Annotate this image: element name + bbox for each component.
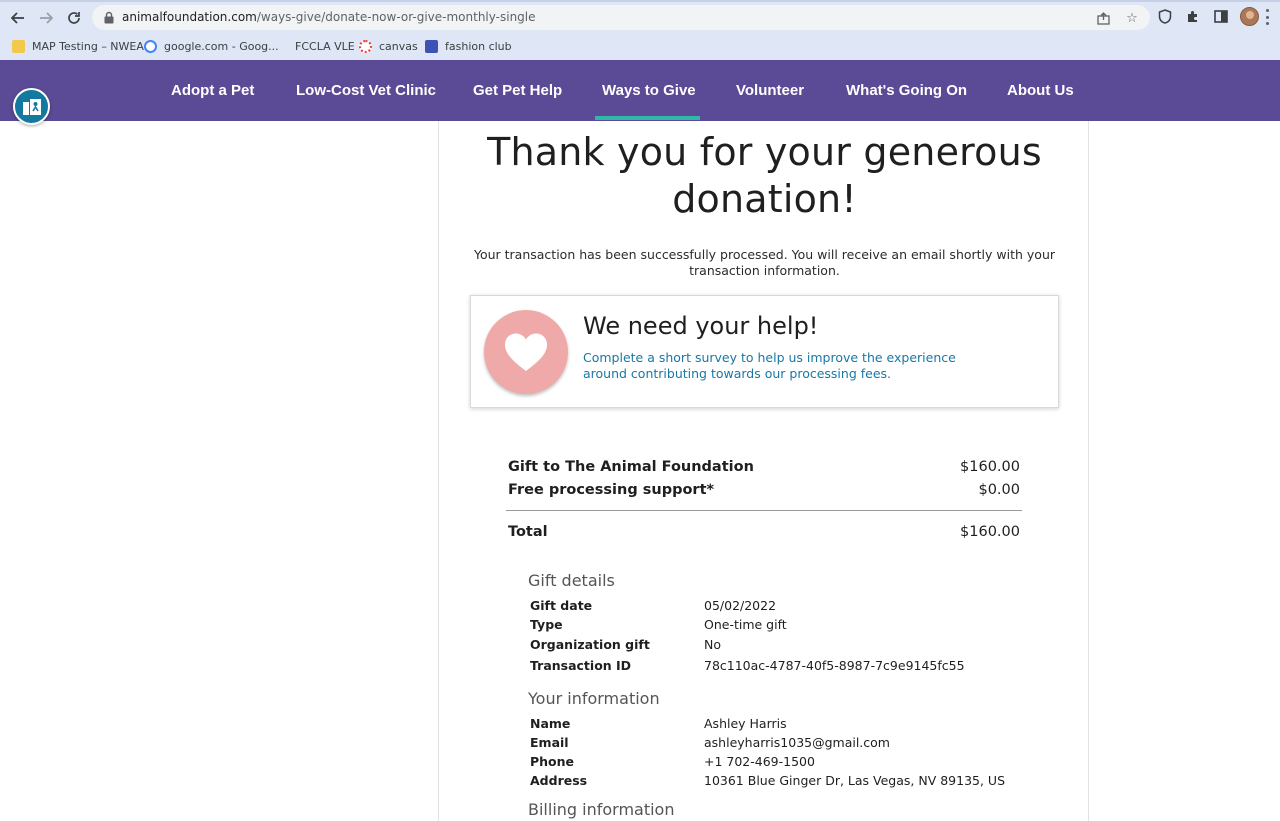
detail-label: Name [530,716,571,731]
confirmation-content: Thank you for your generous donation! Yo… [438,121,1089,821]
canvas-icon [359,39,372,53]
page-title: Thank you for your generous donation! [439,129,1090,223]
detail-value: 78c110ac-4787-40f5-8987-7c9e9145fc55 [704,658,965,673]
summary-label: Gift to The Animal Foundation [508,459,754,475]
transaction-message: Your transaction has been successfully p… [473,247,1056,278]
nav-ways-to-give[interactable]: Ways to Give [602,82,696,99]
active-nav-indicator [595,116,700,120]
detail-label: Gift date [530,598,593,613]
your-information-heading: Your information [528,689,660,708]
browser-menu-icon[interactable] [1266,9,1270,25]
detail-label: Address [530,773,588,788]
site-navigation: Adopt a Pet Low-Cost Vet Clinic Get Pet … [0,60,1280,121]
google-icon [144,39,157,53]
detail-value: 10361 Blue Ginger Dr, Las Vegas, NV 8913… [704,773,1006,788]
bookmark-fccla-vle[interactable]: FCCLA VLE [275,37,355,55]
profile-avatar[interactable] [1240,7,1259,26]
summary-amount: $160.00 [960,524,1020,540]
blank-icon [275,40,288,53]
nav-about-us[interactable]: About Us [1007,82,1074,99]
summary-amount: $160.00 [960,459,1020,475]
detail-value: ashleyharris1035@gmail.com [704,735,890,750]
puzzle-extensions-icon[interactable] [1185,8,1201,24]
page-title-line1: Thank you for your generous [487,130,1042,174]
heart-icon [505,333,547,371]
bookmarks-bar: MAP Testing – NWEA google.com - Goog... … [0,34,1280,58]
url-path: /ways-give/donate-now-or-give-monthly-si… [256,10,536,24]
share-icon[interactable] [1096,11,1110,25]
bookmark-map-testing[interactable]: MAP Testing – NWEA [12,37,144,55]
back-button[interactable] [7,7,29,29]
bookmark-label: FCCLA VLE [295,39,355,53]
bookmark-yellow-icon [12,39,25,53]
billing-information-heading: Billing information [528,800,675,819]
reload-button[interactable] [63,7,85,29]
nav-low-cost-vet-clinic[interactable]: Low-Cost Vet Clinic [296,82,436,99]
form-icon [425,39,438,53]
lock-icon[interactable] [103,11,115,24]
bookmark-label: fashion club [445,39,512,53]
detail-label: Email [530,735,569,750]
nav-whats-going-on[interactable]: What's Going On [846,82,967,99]
survey-card: We need your help! Complete a short surv… [470,295,1059,408]
summary-label: Free processing support* [508,482,715,498]
side-panel-icon[interactable] [1213,8,1229,24]
summary-amount: $0.00 [978,482,1020,498]
detail-label: Organization gift [530,637,650,652]
star-icon[interactable]: ☆ [1125,10,1139,25]
detail-label: Phone [530,754,575,769]
heart-badge [484,310,568,394]
survey-link[interactable]: Complete a short survey to help us impro… [583,350,1003,382]
nav-adopt-a-pet[interactable]: Adopt a Pet [171,82,254,99]
bookmark-label: canvas [379,39,418,53]
detail-value: No [704,637,721,652]
bookmark-canvas[interactable]: canvas [359,37,418,55]
bookmark-fashion-club[interactable]: fashion club [425,37,512,55]
shield-extension-icon[interactable] [1157,8,1173,24]
detail-value: 05/02/2022 [704,598,777,613]
detail-value: One-time gift [704,617,787,632]
url-text: animalfoundation.com/ways-give/donate-no… [122,10,536,24]
bookmark-label: MAP Testing – NWEA [32,39,144,53]
accessibility-button[interactable] [13,88,50,125]
address-bar[interactable]: animalfoundation.com/ways-give/donate-no… [92,5,1150,30]
nav-volunteer[interactable]: Volunteer [736,82,804,99]
arrow-right-icon [40,12,53,24]
summary-label: Total [508,524,548,540]
accessibility-icon [22,98,41,115]
detail-value: +1 702-469-1500 [704,754,815,769]
page-title-line2: donation! [672,177,857,221]
survey-title: We need your help! [583,312,819,340]
summary-divider [506,510,1022,511]
bookmark-label: google.com - Goog... [164,39,279,53]
bookmark-google[interactable]: google.com - Goog... [144,37,279,55]
detail-value: Ashley Harris [704,716,787,731]
detail-label: Type [530,617,563,632]
url-host: animalfoundation.com [122,10,257,24]
forward-button[interactable] [35,7,57,29]
arrow-left-icon [11,12,24,24]
reload-icon [68,12,80,24]
nav-get-pet-help[interactable]: Get Pet Help [473,82,562,99]
browser-toolbar: animalfoundation.com/ways-give/donate-no… [0,0,1280,60]
detail-label: Transaction ID [530,658,632,673]
gift-details-heading: Gift details [528,571,615,590]
tab-strip [0,0,1280,2]
